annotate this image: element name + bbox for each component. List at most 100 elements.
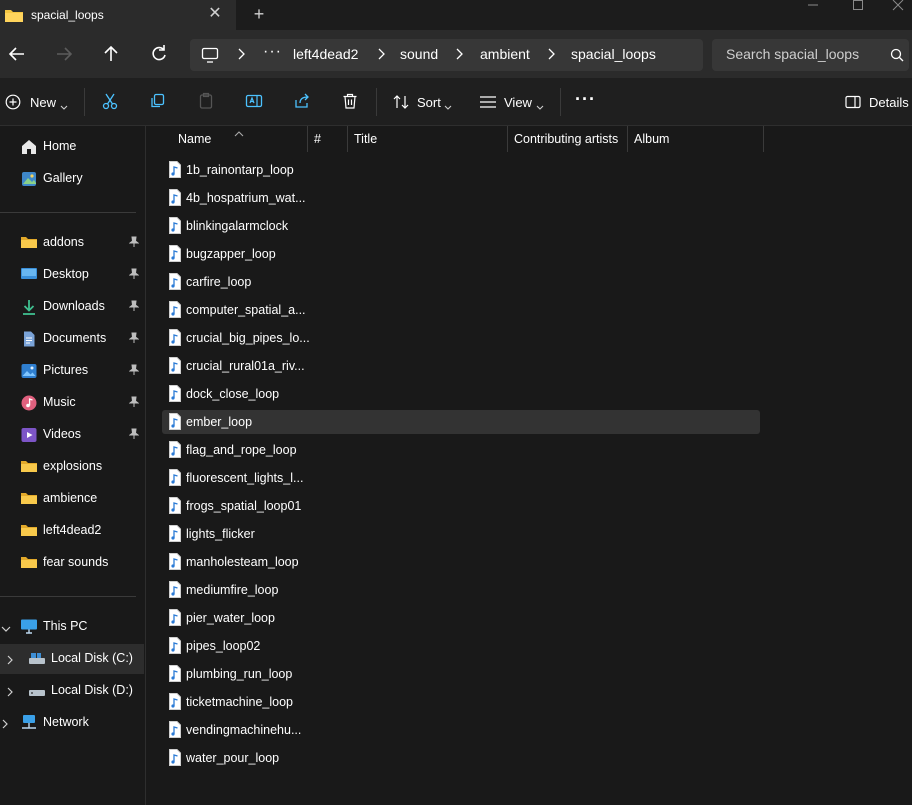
column-header-album[interactable]: Album xyxy=(628,126,764,152)
breadcrumb-sound[interactable]: sound xyxy=(400,46,438,62)
search-box[interactable]: Search spacial_loops xyxy=(712,39,909,71)
file-row[interactable]: vendingmachinehu... xyxy=(162,718,760,742)
details-button[interactable]: Details xyxy=(845,92,909,114)
pin-icon[interactable] xyxy=(128,268,140,283)
sidebar-item-ambience[interactable]: ambience xyxy=(0,484,144,514)
chevron-down-icon[interactable] xyxy=(1,621,11,636)
sidebar-item-gallery[interactable]: Gallery xyxy=(0,164,144,194)
file-row[interactable]: fluorescent_lights_l... xyxy=(162,466,760,490)
more-icon: ··· xyxy=(575,89,596,109)
breadcrumb-spacial-loops[interactable]: spacial_loops xyxy=(571,46,656,62)
file-name: blinkingalarmclock xyxy=(186,219,289,233)
maximize-button[interactable] xyxy=(843,0,873,14)
pin-icon[interactable] xyxy=(128,332,140,347)
breadcrumb-left4dead2[interactable]: left4dead2 xyxy=(293,46,358,62)
file-row[interactable]: water_pour_loop xyxy=(162,746,760,770)
column-header-number[interactable]: # xyxy=(308,126,348,152)
pin-icon[interactable] xyxy=(128,300,140,315)
share-icon xyxy=(295,93,309,108)
pin-icon[interactable] xyxy=(128,428,140,443)
forward-button[interactable] xyxy=(52,42,76,66)
file-row[interactable]: carfire_loop xyxy=(162,270,760,294)
monitor-icon[interactable] xyxy=(201,47,219,66)
sidebar-item-this-pc[interactable]: This PC xyxy=(0,612,144,642)
back-button[interactable] xyxy=(5,42,29,66)
file-row[interactable]: flag_and_rope_loop xyxy=(162,438,760,462)
more-options-button[interactable]: ··· xyxy=(575,89,597,114)
file-row[interactable]: 4b_hospatrium_wat... xyxy=(162,186,760,210)
column-header-title[interactable]: Title xyxy=(348,126,508,152)
file-row[interactable]: 1b_rainontarp_loop xyxy=(162,158,760,182)
breadcrumb[interactable]: ··· left4dead2 sound ambient spacial_loo… xyxy=(190,39,703,71)
paste-button[interactable] xyxy=(197,92,217,114)
column-header-name[interactable]: Name xyxy=(147,126,308,152)
sidebar-item-home[interactable]: Home xyxy=(0,132,144,162)
network-icon xyxy=(20,714,38,732)
sidebar-divider xyxy=(0,596,136,597)
sidebar-item-desktop[interactable]: Desktop xyxy=(0,260,144,290)
sidebar-item-downloads[interactable]: Downloads xyxy=(0,292,144,322)
sidebar-item-network[interactable]: Network xyxy=(0,708,144,738)
search-icon[interactable] xyxy=(890,48,904,65)
sort-button[interactable]: Sort xyxy=(393,92,453,114)
cut-button[interactable] xyxy=(101,92,121,114)
breadcrumb-overflow[interactable]: ··· xyxy=(263,43,282,61)
file-row[interactable]: pipes_loop02 xyxy=(162,634,760,658)
chevron-right-icon[interactable] xyxy=(6,685,14,700)
search-input[interactable]: Search spacial_loops xyxy=(726,46,859,62)
sidebar-item-music[interactable]: Music xyxy=(0,388,144,418)
sidebar-item-fear-sounds[interactable]: fear sounds xyxy=(0,548,144,578)
file-name: dock_close_loop xyxy=(186,387,280,401)
chevron-right-icon[interactable] xyxy=(6,653,14,668)
copy-button[interactable] xyxy=(149,92,169,114)
new-tab-button[interactable]: + xyxy=(251,4,267,24)
sidebar-item-documents[interactable]: Documents xyxy=(0,324,144,354)
file-row[interactable]: crucial_big_pipes_lo... xyxy=(162,326,760,350)
sidebar-item-addons[interactable]: addons xyxy=(0,228,144,258)
toolbar-divider xyxy=(84,88,85,116)
sidebar-item-local-disk-d[interactable]: Local Disk (D:) xyxy=(0,676,144,706)
file-row[interactable]: frogs_spatial_loop01 xyxy=(162,494,760,518)
file-row[interactable]: plumbing_run_loop xyxy=(162,662,760,686)
sidebar-item-left4dead2[interactable]: left4dead2 xyxy=(0,516,144,546)
drive-icon xyxy=(28,682,46,700)
chevron-right-icon[interactable] xyxy=(236,47,246,61)
sidebar-item-pictures[interactable]: Pictures xyxy=(0,356,144,386)
sidebar-item-local-disk-c[interactable]: Local Disk (C:) xyxy=(0,644,144,674)
file-row[interactable]: pier_water_loop xyxy=(162,606,760,630)
file-row[interactable]: manholesteam_loop xyxy=(162,550,760,574)
chevron-right-icon[interactable] xyxy=(376,47,386,61)
breadcrumb-ambient[interactable]: ambient xyxy=(480,46,530,62)
close-tab-button[interactable]: ✕ xyxy=(206,5,224,23)
rename-button[interactable] xyxy=(245,92,265,114)
pin-icon[interactable] xyxy=(128,364,140,379)
file-row[interactable]: bugzapper_loop xyxy=(162,242,760,266)
delete-button[interactable] xyxy=(341,92,361,114)
file-row[interactable]: computer_spatial_a... xyxy=(162,298,760,322)
share-button[interactable] xyxy=(293,92,313,114)
file-row[interactable]: mediumfire_loop xyxy=(162,578,760,602)
chevron-right-icon[interactable] xyxy=(454,47,464,61)
chevron-right-icon[interactable] xyxy=(546,47,556,61)
close-window-button[interactable] xyxy=(883,0,912,14)
column-header-contributing-artists[interactable]: Contributing artists xyxy=(508,126,628,152)
sidebar-item-videos[interactable]: Videos xyxy=(0,420,144,450)
up-button[interactable] xyxy=(99,42,123,66)
sidebar-item-label: Documents xyxy=(43,331,107,345)
file-row[interactable]: ticketmachine_loop xyxy=(162,690,760,714)
minimize-button[interactable] xyxy=(798,0,828,14)
file-row[interactable]: lights_flicker xyxy=(162,522,760,546)
chevron-right-icon[interactable] xyxy=(1,717,9,732)
file-row[interactable]: dock_close_loop xyxy=(162,382,760,406)
file-row[interactable]: blinkingalarmclock xyxy=(162,214,760,238)
tab-spacial-loops[interactable]: spacial_loops ✕ xyxy=(0,0,236,30)
file-row[interactable]: crucial_rural01a_riv... xyxy=(162,354,760,378)
refresh-button[interactable] xyxy=(147,42,171,66)
view-button[interactable]: View xyxy=(480,92,544,114)
new-button[interactable]: New xyxy=(5,92,69,114)
sidebar-item-explosions[interactable]: explosions xyxy=(0,452,144,482)
pin-icon[interactable] xyxy=(128,236,140,251)
pin-icon[interactable] xyxy=(128,396,140,411)
audio-file-icon xyxy=(168,357,182,377)
file-row[interactable]: ember_loop xyxy=(162,410,760,434)
